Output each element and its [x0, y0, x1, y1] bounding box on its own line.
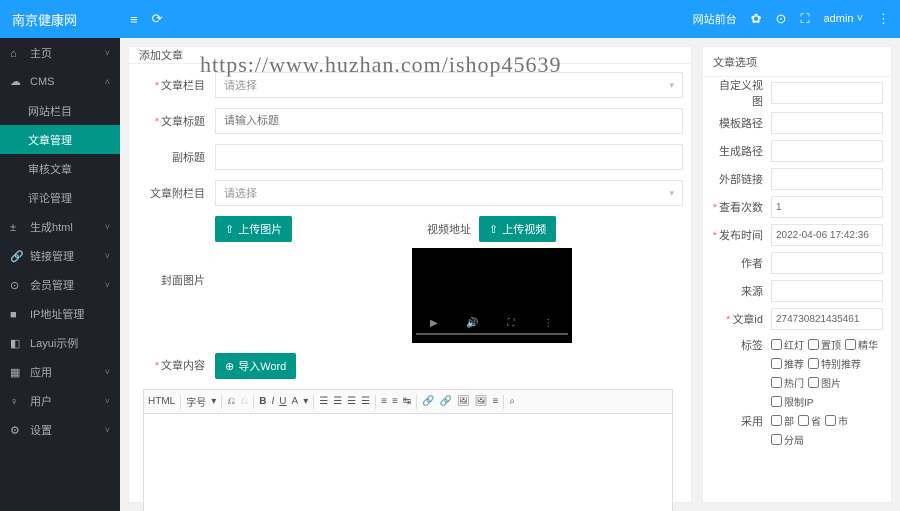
right-panel-title: 文章选项: [703, 47, 891, 77]
lbl-template-path: 模板路径: [711, 115, 771, 131]
input-source[interactable]: [771, 280, 883, 302]
lbl-gen-path: 生成路径: [711, 143, 771, 159]
select-attach[interactable]: 请选择▾: [215, 180, 683, 206]
upload-cover-button[interactable]: ⇧ 上传图片: [215, 216, 292, 242]
tags-group: 红灯置顶精华推荐特别推荐热门图片限制IP: [771, 337, 883, 409]
adopt-group: 部省市分局: [771, 413, 883, 447]
fullscreen-video-icon[interactable]: ⛶: [508, 318, 515, 329]
upload-video-button[interactable]: ⇧ 上传视频: [479, 216, 556, 242]
nav-item[interactable]: ⌂主页˅: [0, 38, 120, 67]
nav-item[interactable]: ♀用户˅: [0, 386, 120, 415]
lbl-content: 文章内容: [129, 353, 215, 373]
more-video-icon[interactable]: ⋮: [543, 318, 553, 329]
nav-item[interactable]: ☁CMS˄: [0, 67, 120, 96]
nav-item[interactable]: ⊙会员管理˅: [0, 270, 120, 299]
play-icon[interactable]: ▶: [430, 318, 438, 329]
left-panel-title: 添加文章: [129, 47, 691, 64]
import-word-button[interactable]: ⊕ 导入Word: [215, 353, 296, 379]
lbl-custom-view: 自定义视图: [711, 77, 771, 109]
topbar: ≡ ⟳ 网站前台 ✿ ⊙ ⛶ admin ˅ ⋮: [120, 0, 900, 38]
input-gen-path[interactable]: [771, 140, 883, 162]
fullscreen-icon[interactable]: ⛶: [800, 11, 809, 27]
input-views[interactable]: [771, 196, 883, 218]
lbl-author: 作者: [711, 255, 771, 271]
more-icon[interactable]: ⋮: [877, 11, 890, 27]
checkbox-tags[interactable]: 限制IP: [771, 394, 813, 409]
tool-icon-1[interactable]: ✿: [751, 11, 762, 27]
input-subtitle[interactable]: [215, 144, 683, 170]
lbl-adopt: 采用: [711, 413, 771, 429]
input-title[interactable]: [215, 108, 683, 134]
nav-item[interactable]: ±生成html˅: [0, 212, 120, 241]
nav-item[interactable]: 🔗链接管理˅: [0, 241, 120, 270]
input-pubtime[interactable]: [771, 224, 883, 246]
lbl-article-id: 文章id: [711, 311, 771, 327]
lbl-video: 视频地址: [427, 221, 471, 237]
editor-body[interactable]: [144, 414, 672, 511]
left-panel: 添加文章 文章栏目请选择▾ 文章标题 副标题 文章附栏目请选择▾ 封面图片 ⇧ …: [128, 46, 692, 503]
checkbox-adopt[interactable]: 省: [798, 413, 821, 428]
menu-toggle-icon[interactable]: ≡: [130, 12, 138, 27]
lbl-pubtime: 发布时间: [711, 227, 771, 243]
app-root: 南京健康网 ⌂主页˅☁CMS˄网站栏目文章管理审核文章评论管理±生成html˅🔗…: [0, 0, 900, 511]
checkbox-tags[interactable]: 特别推荐: [808, 356, 861, 371]
checkbox-tags[interactable]: 置顶: [808, 337, 841, 352]
input-template-path[interactable]: [771, 112, 883, 134]
nav-subitem[interactable]: 网站栏目: [0, 96, 120, 125]
sidebar: 南京健康网 ⌂主页˅☁CMS˄网站栏目文章管理审核文章评论管理±生成html˅🔗…: [0, 0, 120, 511]
video-preview[interactable]: ▶ 🔊 ⛶ ⋮: [412, 248, 572, 343]
checkbox-tags[interactable]: 图片: [808, 375, 841, 390]
checkbox-adopt[interactable]: 分局: [771, 432, 804, 447]
lbl-tags: 标签: [711, 337, 771, 353]
lbl-column: 文章栏目: [129, 77, 215, 93]
refresh-icon[interactable]: ⟳: [152, 11, 163, 27]
checkbox-tags[interactable]: 精华: [845, 337, 878, 352]
editor-toolbar[interactable]: HTML 字号▾ ⎌⎌ BIUA▾ ☰☰☰☰ ≡≡↹ 🔗🔗🖼🖼≡ ⌕: [144, 390, 672, 414]
checkbox-adopt[interactable]: 市: [825, 413, 848, 428]
input-custom-view[interactable]: [771, 82, 883, 104]
input-external-link[interactable]: [771, 168, 883, 190]
content: 添加文章 文章栏目请选择▾ 文章标题 副标题 文章附栏目请选择▾ 封面图片 ⇧ …: [120, 38, 900, 511]
nav-item[interactable]: ⚙设置˅: [0, 415, 120, 444]
lbl-views: 查看次数: [711, 199, 771, 215]
checkbox-tags[interactable]: 热门: [771, 375, 804, 390]
logo: 南京健康网: [0, 0, 120, 38]
checkbox-adopt[interactable]: 部: [771, 413, 794, 428]
lbl-attach: 文章附栏目: [129, 185, 215, 201]
checkbox-tags[interactable]: 红灯: [771, 337, 804, 352]
input-author[interactable]: [771, 252, 883, 274]
input-article-id[interactable]: [771, 308, 883, 330]
right-panel: 文章选项 自定义视图 模板路径 生成路径 外部链接 查看次数 发布时间 作者 来…: [702, 46, 892, 503]
select-column[interactable]: 请选择▾: [215, 72, 683, 98]
volume-icon[interactable]: 🔊: [466, 318, 478, 329]
lbl-cover: 封面图片: [129, 272, 215, 288]
nav-item[interactable]: ◧Layui示例: [0, 328, 120, 357]
lbl-subtitle: 副标题: [129, 149, 215, 165]
site-link[interactable]: 网站前台: [693, 11, 737, 27]
main: ≡ ⟳ 网站前台 ✿ ⊙ ⛶ admin ˅ ⋮ 添加文章 文章栏目请选择▾ 文…: [120, 0, 900, 511]
lbl-title: 文章标题: [129, 113, 215, 129]
checkbox-tags[interactable]: 推荐: [771, 356, 804, 371]
user-menu[interactable]: admin ˅: [824, 13, 863, 25]
tool-icon-2[interactable]: ⊙: [776, 11, 787, 27]
nav-subitem[interactable]: 文章管理: [0, 125, 120, 154]
rich-editor: HTML 字号▾ ⎌⎌ BIUA▾ ☰☰☰☰ ≡≡↹ 🔗🔗🖼🖼≡ ⌕: [143, 389, 673, 511]
lbl-external-link: 外部链接: [711, 171, 771, 187]
lbl-source: 来源: [711, 283, 771, 299]
nav-menu: ⌂主页˅☁CMS˄网站栏目文章管理审核文章评论管理±生成html˅🔗链接管理˅⊙…: [0, 38, 120, 511]
nav-subitem[interactable]: 审核文章: [0, 154, 120, 183]
nav-item[interactable]: ▦应用˅: [0, 357, 120, 386]
nav-item[interactable]: ■IP地址管理: [0, 299, 120, 328]
nav-subitem[interactable]: 评论管理: [0, 183, 120, 212]
